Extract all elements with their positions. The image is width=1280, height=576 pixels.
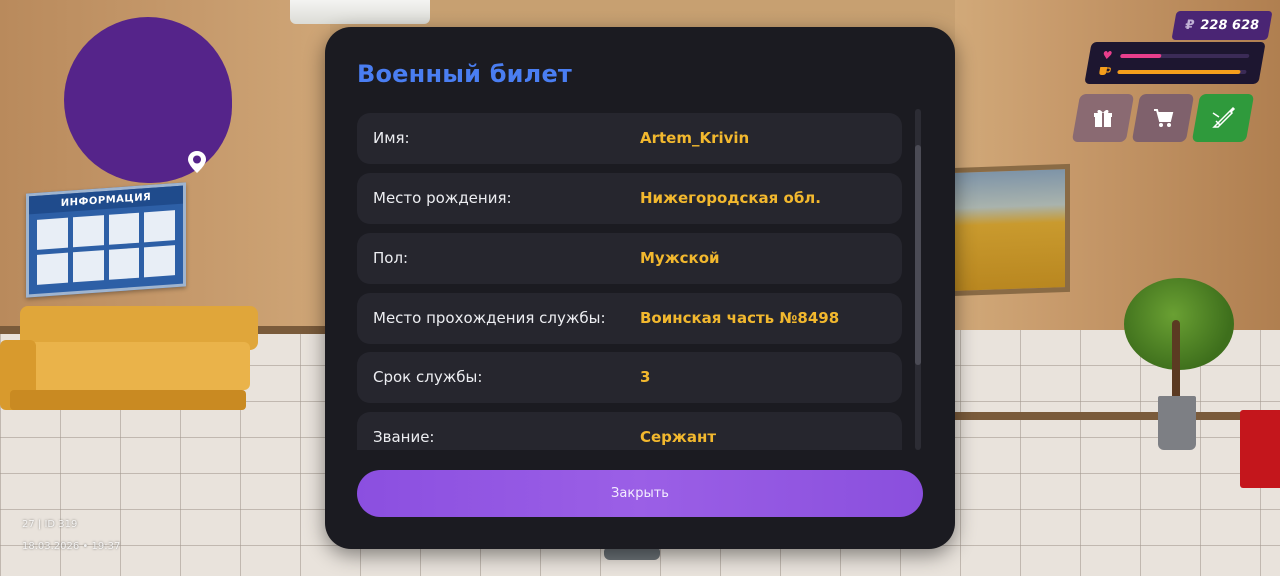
hunger-row — [1097, 66, 1247, 78]
ceiling-light — [290, 0, 430, 24]
board-sheet — [108, 247, 140, 280]
yellow-sofa — [0, 306, 258, 414]
cup-icon — [1097, 66, 1112, 79]
info-row-name: Имя: Artem_Krivin — [357, 113, 902, 164]
location-pin-icon — [188, 151, 206, 173]
cart-icon — [1154, 109, 1174, 127]
red-bag — [1240, 410, 1280, 488]
info-row-gender: Пол: Мужской — [357, 233, 902, 284]
plant-pot — [1158, 396, 1196, 450]
board-sheet — [144, 210, 175, 243]
row-label: Имя: — [373, 129, 410, 147]
info-row-service-term: Срок службы: 3 — [357, 352, 902, 403]
scrollbar-thumb[interactable] — [915, 145, 921, 365]
board-sheet — [108, 212, 140, 245]
watermark-server-id: 27 | ID 319 — [22, 519, 78, 530]
health-bar — [1119, 54, 1250, 58]
info-row-birthplace: Место рождения: Нижегородская обл. — [357, 173, 902, 224]
money-display: ₽ 228 628 — [1171, 11, 1273, 40]
close-button[interactable]: Закрыть — [357, 470, 923, 517]
weapon-button[interactable] — [1191, 94, 1255, 142]
row-label: Место рождения: — [373, 189, 512, 207]
row-label: Срок службы: — [373, 368, 483, 386]
gift-button[interactable] — [1071, 94, 1135, 142]
board-sheet — [144, 245, 175, 278]
row-value: Сержант — [640, 428, 717, 446]
info-row-service-place: Место прохождения службы: Воинская часть… — [357, 293, 902, 344]
hunger-bar-fill — [1117, 70, 1241, 74]
info-board: ИНФОРМАЦИЯ — [26, 182, 186, 298]
info-row-rank: Звание: Сержант — [357, 412, 902, 450]
dialog-title: Военный билет — [357, 60, 573, 88]
scrollbar[interactable] — [915, 109, 921, 450]
row-value: Нижегородская обл. — [640, 189, 821, 207]
row-label: Звание: — [373, 428, 435, 446]
board-sheet — [37, 217, 68, 250]
money-amount: 228 628 — [1198, 18, 1261, 33]
weapon-icon — [1212, 106, 1236, 128]
hunger-bar — [1117, 70, 1247, 74]
ruble-icon: ₽ — [1183, 18, 1196, 33]
row-value: Artem_Krivin — [640, 129, 750, 147]
info-list[interactable]: Имя: Artem_Krivin Место рождения: Нижего… — [357, 113, 902, 450]
gift-icon — [1094, 109, 1112, 127]
military-id-dialog: Военный билет Имя: Artem_Krivin Место ро… — [325, 27, 955, 549]
row-label: Пол: — [373, 249, 409, 267]
row-value: Воинская часть №8498 — [640, 309, 840, 327]
health-bar-fill — [1119, 54, 1162, 58]
board-sheet — [72, 250, 104, 283]
wheat-field-painting — [950, 163, 1070, 297]
heart-icon: ♥ — [1101, 49, 1114, 62]
player-stats-panel: ♥ — [1084, 42, 1266, 84]
board-sheet — [72, 215, 104, 248]
baseboard-right — [955, 412, 1280, 420]
row-value: Мужской — [640, 249, 720, 267]
row-value: 3 — [640, 368, 651, 386]
tree-trunk — [1172, 320, 1180, 400]
watermark-datetime: 18.03.2026 • 19:37 — [22, 541, 121, 552]
row-label: Место прохождения службы: — [373, 309, 606, 327]
health-row: ♥ — [1100, 49, 1250, 62]
shop-cart-button[interactable] — [1131, 94, 1195, 142]
board-sheet — [37, 252, 68, 285]
